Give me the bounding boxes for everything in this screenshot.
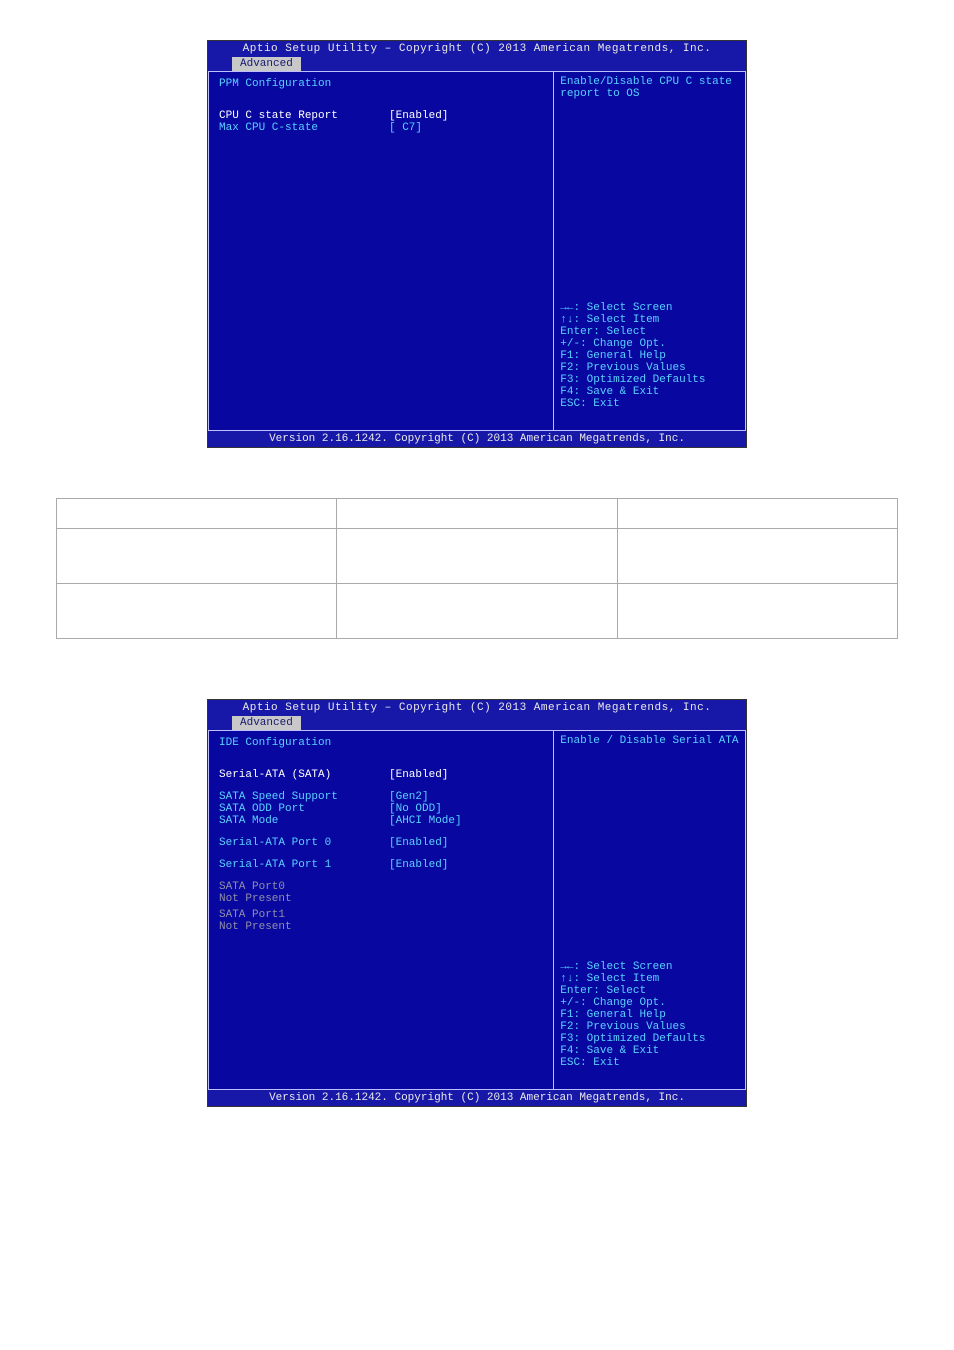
nav-hint: F1: General Help: [560, 1009, 739, 1021]
setting-sata-speed[interactable]: SATA Speed Support [Gen2]: [219, 791, 543, 803]
setting-value: [Enabled]: [389, 110, 543, 122]
nav-hint: ↑↓: Select Item: [560, 314, 739, 326]
doc-table: [56, 498, 898, 639]
nav-hint: F4: Save & Exit: [560, 386, 739, 398]
setting-label: SATA ODD Port: [219, 803, 389, 815]
table-cell: [617, 529, 897, 584]
setting-label: Serial-ATA Port 0: [219, 837, 389, 849]
setting-value: [No ODD]: [389, 803, 543, 815]
setting-value: [AHCI Mode]: [389, 815, 543, 827]
nav-hint: +/-: Change Opt.: [560, 338, 739, 350]
bios-left-panel: IDE Configuration Serial-ATA (SATA) [Ena…: [208, 730, 553, 1090]
tab-advanced[interactable]: Advanced: [232, 57, 301, 71]
nav-hint: F4: Save & Exit: [560, 1045, 739, 1057]
nav-hint: F2: Previous Values: [560, 1021, 739, 1033]
bios-body: PPM Configuration CPU C state Report [En…: [208, 71, 746, 431]
status-sata-port1-value: Not Present: [219, 921, 543, 933]
bios-window-ppm: Aptio Setup Utility – Copyright (C) 2013…: [207, 40, 747, 448]
bios-footer: Version 2.16.1242. Copyright (C) 2013 Am…: [208, 431, 746, 447]
bios-body: IDE Configuration Serial-ATA (SATA) [Ena…: [208, 730, 746, 1090]
section-title: IDE Configuration: [219, 737, 543, 749]
setting-cpu-cstate-report[interactable]: CPU C state Report [Enabled]: [219, 110, 543, 122]
setting-value: [Gen2]: [389, 791, 543, 803]
status-sata-port0-value: Not Present: [219, 893, 543, 905]
bios-tabs: Advanced: [208, 716, 746, 730]
status-sata-port0-label: SATA Port0: [219, 881, 543, 893]
nav-hint: F3: Optimized Defaults: [560, 374, 739, 386]
help-text: Enable/Disable CPU C state report to OS: [554, 72, 745, 298]
table-header: [337, 499, 617, 529]
bios-footer: Version 2.16.1242. Copyright (C) 2013 Am…: [208, 1090, 746, 1106]
setting-sata-odd-port[interactable]: SATA ODD Port [No ODD]: [219, 803, 543, 815]
table-cell: [337, 529, 617, 584]
table-header: [57, 499, 337, 529]
setting-value: [Enabled]: [389, 769, 543, 781]
setting-label: Max CPU C-state: [219, 122, 389, 134]
setting-sata-mode[interactable]: SATA Mode [AHCI Mode]: [219, 815, 543, 827]
table-cell: [337, 584, 617, 639]
table-header-row: [57, 499, 898, 529]
bios-left-panel: PPM Configuration CPU C state Report [En…: [208, 71, 553, 431]
nav-hint: F2: Previous Values: [560, 362, 739, 374]
nav-hints: →←: Select Screen ↑↓: Select Item Enter:…: [554, 957, 745, 1089]
setting-serial-ata[interactable]: Serial-ATA (SATA) [Enabled]: [219, 769, 543, 781]
setting-value: [Enabled]: [389, 837, 543, 849]
setting-sata-port1[interactable]: Serial-ATA Port 1 [Enabled]: [219, 859, 543, 871]
section-title: PPM Configuration: [219, 78, 543, 90]
nav-hint: F3: Optimized Defaults: [560, 1033, 739, 1045]
setting-label: Serial-ATA Port 1: [219, 859, 389, 871]
setting-label: SATA Speed Support: [219, 791, 389, 803]
table-cell: [617, 584, 897, 639]
nav-hint: ESC: Exit: [560, 398, 739, 410]
nav-hint: +/-: Change Opt.: [560, 997, 739, 1009]
setting-label: Serial-ATA (SATA): [219, 769, 389, 781]
setting-label: CPU C state Report: [219, 110, 389, 122]
bios-header: Aptio Setup Utility – Copyright (C) 2013…: [208, 700, 746, 716]
bios-right-panel: Enable/Disable CPU C state report to OS …: [553, 71, 746, 431]
tab-advanced[interactable]: Advanced: [232, 716, 301, 730]
setting-sata-port0[interactable]: Serial-ATA Port 0 [Enabled]: [219, 837, 543, 849]
nav-hints: →←: Select Screen ↑↓: Select Item Enter:…: [554, 298, 745, 430]
bios-tabs: Advanced: [208, 57, 746, 71]
table-header: [617, 499, 897, 529]
setting-label: SATA Mode: [219, 815, 389, 827]
bios-header: Aptio Setup Utility – Copyright (C) 2013…: [208, 41, 746, 57]
setting-value: [ C7]: [389, 122, 543, 134]
nav-hint: ↑↓: Select Item: [560, 973, 739, 985]
table-cell: [57, 529, 337, 584]
bios-window-ide: Aptio Setup Utility – Copyright (C) 2013…: [207, 699, 747, 1107]
nav-hint: Enter: Select: [560, 326, 739, 338]
setting-max-cpu-cstate[interactable]: Max CPU C-state [ C7]: [219, 122, 543, 134]
nav-hint: ESC: Exit: [560, 1057, 739, 1069]
nav-hint: →←: Select Screen: [560, 302, 739, 314]
nav-hint: F1: General Help: [560, 350, 739, 362]
help-text: Enable / Disable Serial ATA: [554, 731, 745, 957]
table-row: [57, 584, 898, 639]
table-cell: [57, 584, 337, 639]
table-row: [57, 529, 898, 584]
status-sata-port1-label: SATA Port1: [219, 909, 543, 921]
nav-hint: Enter: Select: [560, 985, 739, 997]
nav-hint: →←: Select Screen: [560, 961, 739, 973]
setting-value: [Enabled]: [389, 859, 543, 871]
bios-right-panel: Enable / Disable Serial ATA →←: Select S…: [553, 730, 746, 1090]
